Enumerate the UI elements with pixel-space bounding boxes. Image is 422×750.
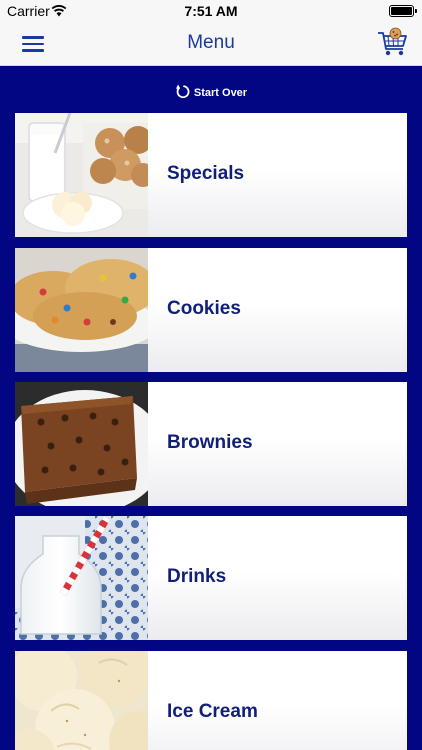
- category-card-drinks[interactable]: Drinks: [15, 516, 407, 640]
- category-card-brownies[interactable]: Brownies: [15, 382, 407, 506]
- category-card-ice-cream[interactable]: Ice Cream: [15, 651, 407, 750]
- clock: 7:51 AM: [184, 3, 238, 19]
- category-label: Specials: [167, 163, 245, 184]
- milk-and-cookies-image: [15, 113, 148, 237]
- cookies-image: [15, 248, 148, 372]
- category-card-cookies[interactable]: Cookies: [15, 248, 407, 372]
- brownies-image: [15, 382, 148, 506]
- page-title: Menu: [187, 32, 235, 53]
- start-over-button[interactable]: Start Over: [0, 83, 422, 103]
- start-over-label: Start Over: [193, 87, 248, 99]
- category-card-specials[interactable]: Specials: [15, 113, 407, 237]
- category-label: Brownies: [167, 432, 253, 453]
- cart-icon[interactable]: [376, 27, 410, 61]
- battery-icon: [389, 5, 417, 17]
- category-label: Cookies: [167, 298, 241, 319]
- milk-bottle-image: [15, 516, 148, 640]
- category-label: Ice Cream: [167, 701, 258, 722]
- ice-cream-image: [15, 651, 148, 750]
- refresh-icon: [175, 83, 190, 104]
- nav-bar: Menu: [0, 22, 422, 66]
- status-bar: Carrier 7:51 AM: [0, 0, 422, 22]
- category-label: Drinks: [167, 566, 227, 587]
- menu-content: Start Over Specials Cookies Brownies Dri…: [0, 66, 422, 750]
